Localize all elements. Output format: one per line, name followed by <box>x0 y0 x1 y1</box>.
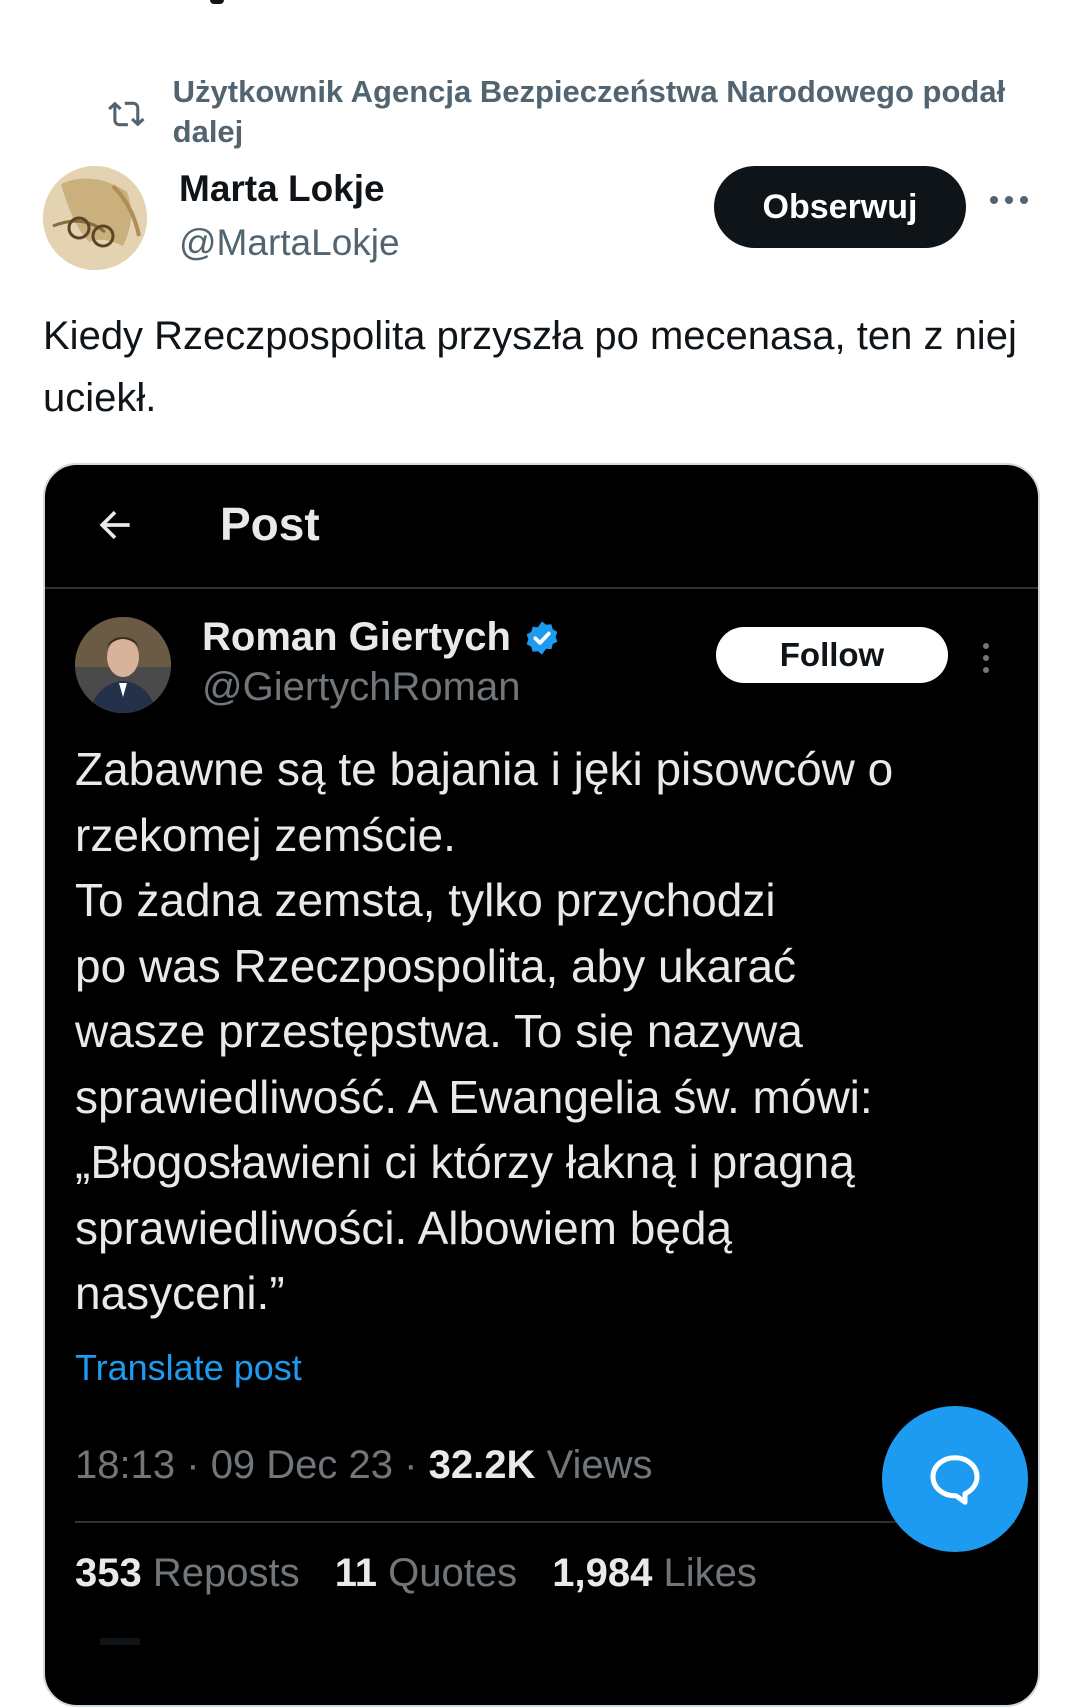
top-cropped-fragment <box>210 0 224 4</box>
compose-reply-button[interactable] <box>882 1406 1028 1552</box>
views-label: Views <box>546 1443 653 1487</box>
embed-tweet-text: Zabawne są te bajania i jęki pisowców o … <box>75 737 1005 1327</box>
embed-timestamp-row: 18:13 · 09 Dec 23 · 32.2K Views <box>75 1443 652 1488</box>
quotes-count: 11 <box>334 1551 378 1595</box>
reposts-count: 353 <box>75 1551 142 1595</box>
likes-count: 1,984 <box>552 1551 653 1595</box>
separator-dot: · <box>404 1443 418 1487</box>
embed-text-line: rzekomej zemście. <box>75 808 456 861</box>
follow-button[interactable]: Obserwuj <box>714 166 966 248</box>
embed-more-icon <box>983 643 989 673</box>
embed-text-line: nasyceni.” <box>75 1267 285 1319</box>
separator-dot: · <box>186 1443 200 1487</box>
likes-label: Likes <box>663 1551 757 1595</box>
bottom-cropped-fragment <box>100 1638 140 1645</box>
embed-avatar <box>75 617 171 713</box>
embed-time: 18:13 <box>75 1443 176 1487</box>
retweet-text[interactable]: Użytkownik Agencja Bezpieczeństwa Narodo… <box>173 72 1008 152</box>
back-arrow-icon <box>99 510 130 540</box>
views-count: 32.2K <box>428 1443 536 1487</box>
verified-icon <box>526 620 558 655</box>
author-name[interactable]: Marta Lokje <box>179 168 385 210</box>
embed-date: 09 Dec 23 <box>210 1443 394 1487</box>
embed-title: Post <box>220 498 320 550</box>
embed-text-line: sprawiedliwość. A Ewangelia św. mówi: <box>75 1070 873 1123</box>
embed-text-line: „Błogosławieni ci którzy łakną i pragną <box>75 1136 855 1188</box>
reposts-label: Reposts <box>152 1551 300 1595</box>
reposts-stat: 353 Reposts <box>75 1551 300 1595</box>
quotes-stat: 11 Quotes <box>335 1551 517 1595</box>
more-icon[interactable] <box>990 196 1028 204</box>
tweet-text: Kiedy Rzeczpospolita przyszła po mecenas… <box>43 314 1017 420</box>
retweet-icon <box>108 101 145 127</box>
translate-post-link: Translate post <box>75 1347 302 1388</box>
embed-author-handle: @GiertychRoman <box>202 665 521 709</box>
embed-text-line: To żadna zemsta, tylko przychodzi <box>75 874 776 926</box>
embed-stats-row: 353 Reposts 11 Quotes 1,984 Likes <box>75 1551 781 1596</box>
embed-avatar-image <box>75 617 171 713</box>
compose-reply-icon <box>930 1455 980 1505</box>
embed-header: Post <box>45 465 1038 589</box>
divider <box>75 1521 1015 1523</box>
quotes-label: Quotes <box>388 1551 518 1595</box>
embed-author-name-text: Roman Giertych <box>202 615 511 659</box>
embed-follow-button: Follow <box>716 627 948 683</box>
embed-text-line: wasze przestępstwa. To się nazywa <box>75 1005 803 1057</box>
avatar-image <box>43 166 147 270</box>
embed-author-name: Roman Giertych <box>202 615 561 660</box>
embed-text-line: sprawiedliwości. Albowiem będą <box>75 1201 733 1254</box>
embed-text-line: po was Rzeczpospolita, aby ukarać <box>75 939 797 992</box>
likes-stat: 1,984 Likes <box>552 1551 757 1595</box>
embedded-screenshot[interactable]: Post Roman Giertych @GiertychRoman Follo… <box>43 463 1040 1707</box>
embed-text-line: Zabawne są te bajania i jęki pisowców o <box>75 743 894 795</box>
avatar[interactable] <box>43 166 147 270</box>
author-handle[interactable]: @MartaLokje <box>179 222 400 264</box>
retweet-indicator: Użytkownik Agencja Bezpieczeństwa Narodo… <box>108 72 1008 152</box>
